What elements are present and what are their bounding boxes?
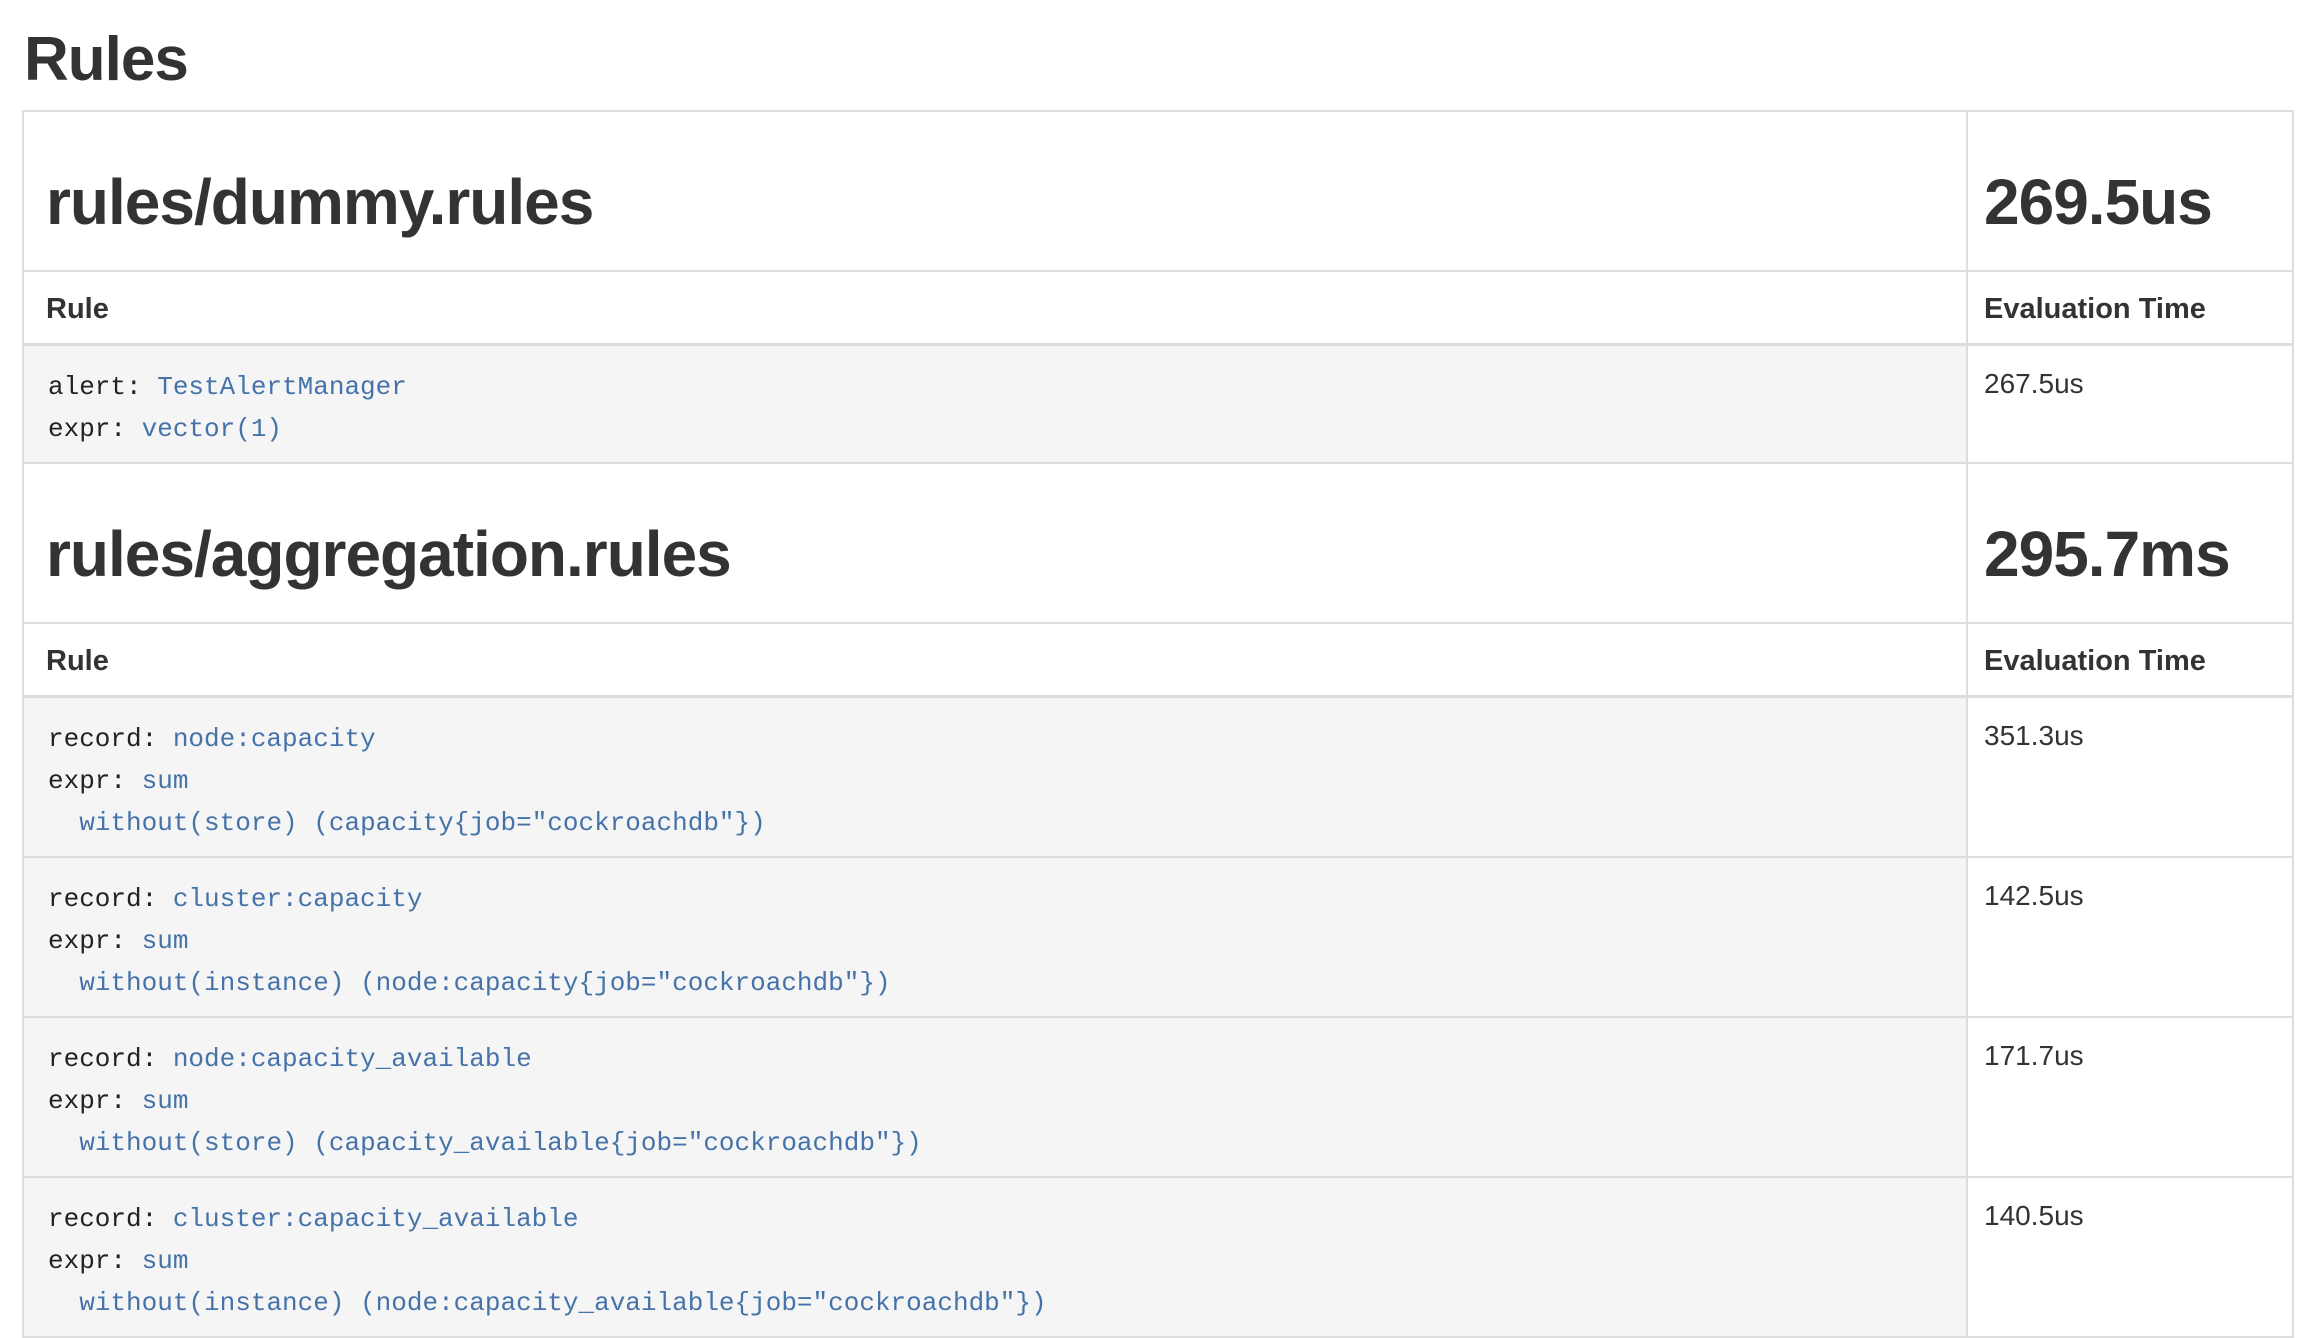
rule-cell: record: cluster:capacity expr:sum without(…	[23, 857, 1967, 1017]
rule-keyword: record:	[48, 1044, 157, 1074]
rule-row: record: node:capacity_available expr:sum w…	[23, 1017, 2293, 1177]
page-title: Rules	[22, 0, 2294, 94]
rule-group-header-row: rules/aggregation.rules 295.7ms	[23, 463, 2293, 623]
expr-keyword: expr:	[48, 1086, 126, 1116]
rule-keyword: record:	[48, 724, 157, 754]
rule-cell: alert: TestAlertManager expr: vector(1)	[23, 345, 1967, 464]
rule-cell: record: node:capacity expr:sum without(sto…	[23, 697, 1967, 858]
expr-keyword: expr:	[48, 1246, 126, 1276]
rules-page: Rules rules/dummy.rules 269.5us Rule Eva…	[0, 0, 2316, 1338]
rule-name-link[interactable]: cluster:capacity_available	[173, 1204, 579, 1234]
rule-row: alert: TestAlertManager expr: vector(1) 267…	[23, 345, 2293, 464]
rule-row: record: cluster:capacity expr:sum without(…	[23, 857, 2293, 1017]
column-header-evaluation-time: Evaluation Time	[1967, 623, 2293, 697]
expr-keyword: expr:	[48, 766, 126, 796]
rule-evaluation-time: 140.5us	[1967, 1177, 2293, 1337]
rule-row: record: node:capacity expr:sum without(sto…	[23, 697, 2293, 858]
rule-definition: record: node:capacity expr:sum without(sto…	[48, 718, 1950, 844]
rule-evaluation-time: 351.3us	[1967, 697, 2293, 858]
rule-expression-link[interactable]: vector(1)	[142, 414, 282, 444]
expr-keyword: expr:	[48, 414, 126, 444]
expr-keyword: expr:	[48, 926, 126, 956]
rule-group-name: rules/dummy.rules	[46, 166, 1950, 238]
rule-name-link[interactable]: TestAlertManager	[157, 372, 407, 402]
rule-group-evaluation-time: 269.5us	[1984, 166, 2276, 238]
rules-table: rules/dummy.rules 269.5us Rule Evaluatio…	[22, 110, 2294, 1338]
column-header-row: Rule Evaluation Time	[23, 623, 2293, 697]
rule-group-name-cell: rules/dummy.rules	[23, 111, 1967, 271]
rule-definition: alert: TestAlertManager expr: vector(1)	[48, 366, 1950, 450]
column-header-evaluation-time: Evaluation Time	[1967, 271, 2293, 345]
rule-group-name-cell: rules/aggregation.rules	[23, 463, 1967, 623]
rule-keyword: alert:	[48, 372, 142, 402]
rule-expression-link[interactable]: sum without(instance) (node:capacity_ava…	[48, 1246, 1047, 1318]
rule-name-link[interactable]: cluster:capacity	[173, 884, 423, 914]
column-header-rule: Rule	[23, 623, 1967, 697]
rule-definition: record: cluster:capacity expr:sum without(…	[48, 878, 1950, 1004]
rule-definition: record: cluster:capacity_available expr:su…	[48, 1198, 1950, 1324]
rule-evaluation-time: 267.5us	[1967, 345, 2293, 464]
rule-expression-link[interactable]: sum without(store) (capacity_available{j…	[48, 1086, 922, 1158]
rule-group-evaluation-time-cell: 269.5us	[1967, 111, 2293, 271]
rule-expression-link[interactable]: sum without(instance) (node:capacity{job…	[48, 926, 891, 998]
rule-name-link[interactable]: node:capacity	[173, 724, 376, 754]
column-header-rule: Rule	[23, 271, 1967, 345]
rule-group-evaluation-time: 295.7ms	[1984, 518, 2276, 590]
rule-name-link[interactable]: node:capacity_available	[173, 1044, 532, 1074]
rule-cell: record: cluster:capacity_available expr:su…	[23, 1177, 1967, 1337]
rule-group-name: rules/aggregation.rules	[46, 518, 1950, 590]
rule-group-header-row: rules/dummy.rules 269.5us	[23, 111, 2293, 271]
rule-definition: record: node:capacity_available expr:sum w…	[48, 1038, 1950, 1164]
rule-evaluation-time: 171.7us	[1967, 1017, 2293, 1177]
rule-keyword: record:	[48, 1204, 157, 1234]
column-header-row: Rule Evaluation Time	[23, 271, 2293, 345]
rule-row: record: cluster:capacity_available expr:su…	[23, 1177, 2293, 1337]
rule-evaluation-time: 142.5us	[1967, 857, 2293, 1017]
rule-cell: record: node:capacity_available expr:sum w…	[23, 1017, 1967, 1177]
rule-keyword: record:	[48, 884, 157, 914]
rule-expression-link[interactable]: sum without(store) (capacity{job="cockro…	[48, 766, 766, 838]
rule-group-evaluation-time-cell: 295.7ms	[1967, 463, 2293, 623]
